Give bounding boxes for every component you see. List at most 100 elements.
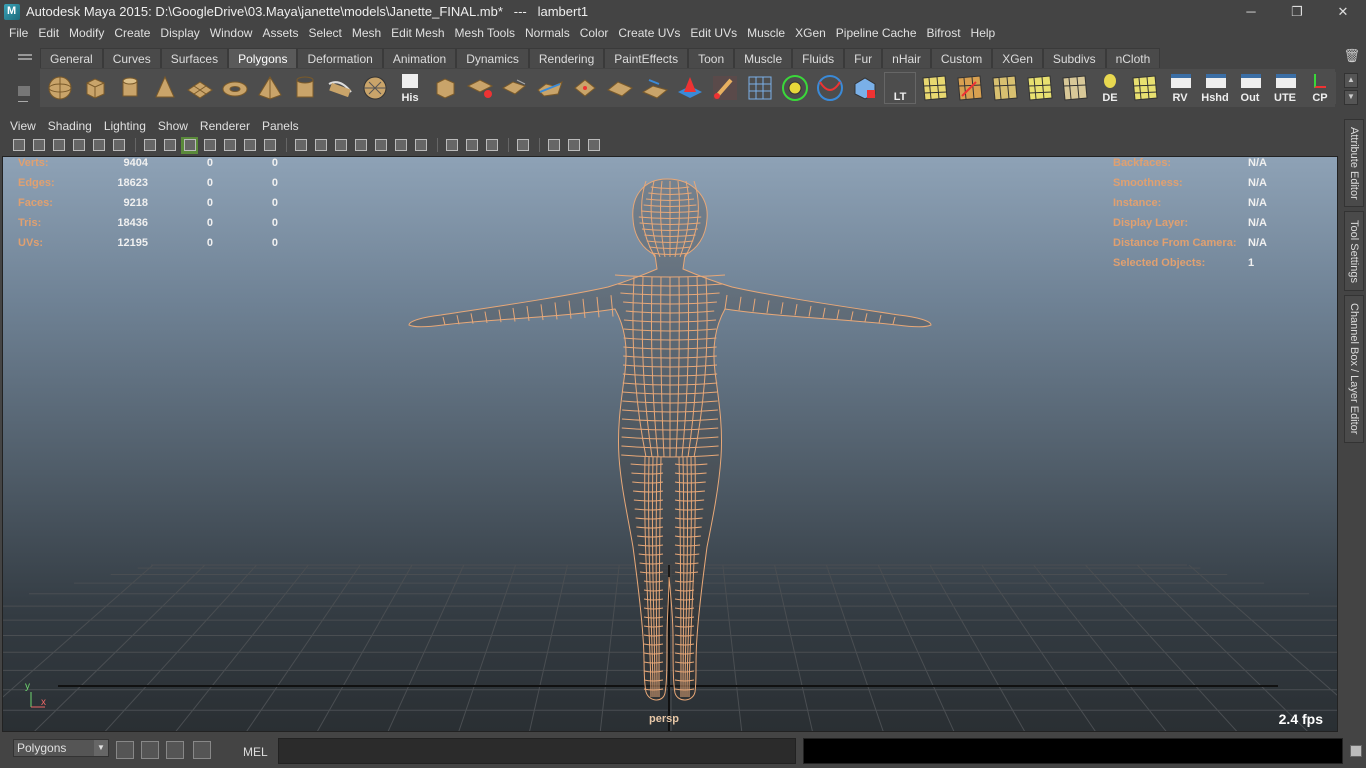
shelf-tab-muscle[interactable]: Muscle [734,48,793,68]
menu-pipeline-cache[interactable]: Pipeline Cache [831,26,922,40]
shelf-tab-fluids[interactable]: Fluids [792,48,845,68]
tab-attribute-editor[interactable]: Attribute Editor [1344,119,1364,207]
outliner-list-icon[interactable] [166,741,184,759]
uv-layout-icon[interactable] [919,72,951,104]
menu-xgen[interactable]: XGen [790,26,831,40]
grid-icon[interactable] [161,137,178,154]
shadows-icon[interactable] [332,137,349,154]
cylinder-icon[interactable] [114,72,146,104]
menu-create-uvs[interactable]: Create UVs [613,26,685,40]
panel-menu-view[interactable]: View [4,119,42,133]
mel-command-input[interactable] [278,738,796,764]
bounding-box-icon[interactable] [241,137,258,154]
menu-mesh-tools[interactable]: Mesh Tools [450,26,520,40]
xray-active-icon[interactable] [463,137,480,154]
out-shelf-button[interactable]: Out [1234,72,1266,104]
sphere-icon[interactable] [44,72,76,104]
isolate-select-icon[interactable] [141,137,158,154]
panel-menu-show[interactable]: Show [152,119,194,133]
fill-hole-icon[interactable] [604,72,636,104]
de-shelf-button[interactable]: DE [1094,72,1126,104]
menu-create[interactable]: Create [109,26,155,40]
backface-culling-icon[interactable] [483,137,500,154]
panel-menu-shading[interactable]: Shading [42,119,98,133]
uv-cylinder-icon[interactable] [814,72,846,104]
panel-menu-panels[interactable]: Panels [256,119,305,133]
shelf-tab-xgen[interactable]: XGen [992,48,1043,68]
gate-icon[interactable] [545,137,562,154]
ssao-icon[interactable] [352,137,369,154]
scroll-down-icon[interactable]: ▼ [1344,90,1358,105]
shelf-tab-animation[interactable]: Animation [382,48,457,68]
hshd-shelf-button[interactable]: Hshd [1199,72,1231,104]
ute-shelf-button[interactable]: UTE [1269,72,1301,104]
separate-icon[interactable] [464,72,496,104]
extract-icon[interactable] [499,72,531,104]
menu-edit[interactable]: Edit [33,26,64,40]
soccer-ball-icon[interactable] [359,72,391,104]
perspective-viewport[interactable]: Verts: 9404 0 0 Edges: 18623 0 0 Faces: 9218 0 0 Tri… [2,156,1338,732]
shelf-options-handle[interactable] [12,46,38,112]
menu-edit-mesh[interactable]: Edit Mesh [386,26,449,40]
combine-icon[interactable] [429,72,461,104]
shelf-tab-curves[interactable]: Curves [102,48,161,68]
mirror-icon[interactable] [639,72,671,104]
smooth-shaded-icon[interactable] [201,137,218,154]
shelf-tab-surfaces[interactable]: Surfaces [160,48,229,68]
grease-pencil-icon[interactable] [110,137,127,154]
textured-icon[interactable] [261,137,278,154]
uv-planar-icon[interactable] [849,72,881,104]
xray-icon[interactable] [292,137,309,154]
2d-pan-zoom-icon[interactable] [90,137,107,154]
shelf-tab-rendering[interactable]: Rendering [528,48,605,68]
outliner-icon[interactable] [141,741,159,759]
script-editor-icon[interactable] [1350,745,1362,757]
uv-straighten-icon[interactable] [1129,72,1161,104]
uv-unfold-icon[interactable] [1024,72,1056,104]
menu-assets[interactable]: Assets [257,26,303,40]
menu-mesh[interactable]: Mesh [347,26,386,40]
menu-help[interactable]: Help [966,26,1001,40]
tab-channel-box[interactable]: Channel Box / Layer Editor [1344,295,1364,443]
helix-icon[interactable] [324,72,356,104]
trash-icon[interactable]: 🗑 [1343,48,1360,64]
shelf-tab-subdivs[interactable]: Subdivs [1042,48,1106,68]
shelf-tab-custom[interactable]: Custom [930,48,993,68]
cone-icon[interactable] [149,72,181,104]
menu-modify[interactable]: Modify [64,26,109,40]
tab-tool-settings[interactable]: Tool Settings [1344,211,1364,291]
menu-file[interactable]: File [4,26,33,40]
shelf-tab-nhair[interactable]: nHair [882,48,931,68]
shelf-tab-dynamics[interactable]: Dynamics [456,48,529,68]
resolution-gate-icon[interactable] [565,137,582,154]
menu-window[interactable]: Window [205,26,258,40]
panel-menu-renderer[interactable]: Renderer [194,119,256,133]
uv-relax-icon[interactable] [1059,72,1091,104]
close-button[interactable]: ✕ [1320,0,1366,23]
hypergraph-icon[interactable] [116,741,134,759]
bookmark-icon[interactable] [50,137,67,154]
mel-label[interactable]: MEL [243,745,268,759]
use-lights-icon[interactable] [312,137,329,154]
menu-normals[interactable]: Normals [520,26,575,40]
smooth-icon[interactable] [534,72,566,104]
menu-color[interactable]: Color [575,26,614,40]
shelf-tab-polygons[interactable]: Polygons [228,48,298,68]
multisample-icon[interactable] [372,137,389,154]
shelf-tab-painteffects[interactable]: PaintEffects [604,48,689,68]
shelf-tab-deformation[interactable]: Deformation [297,48,383,68]
shelf-tab-fur[interactable]: Fur [844,48,883,68]
paint-select-icon[interactable] [674,72,706,104]
camera-tools-icon[interactable] [30,137,47,154]
xray-joints-icon[interactable] [443,137,460,154]
reduce-icon[interactable] [569,72,601,104]
menu-edit-uvs[interactable]: Edit UVs [685,26,742,40]
rv-shelf-button[interactable]: RV [1164,72,1196,104]
shelf-tab-general[interactable]: General [40,48,103,68]
wireframe-icon[interactable] [221,137,238,154]
his-shelf-button[interactable]: His [394,72,426,104]
uv-cut-icon[interactable] [954,72,986,104]
camera-attributes-icon[interactable] [10,137,27,154]
image-plane-icon[interactable] [70,137,87,154]
cp-shelf-button[interactable]: CP [1304,72,1336,104]
